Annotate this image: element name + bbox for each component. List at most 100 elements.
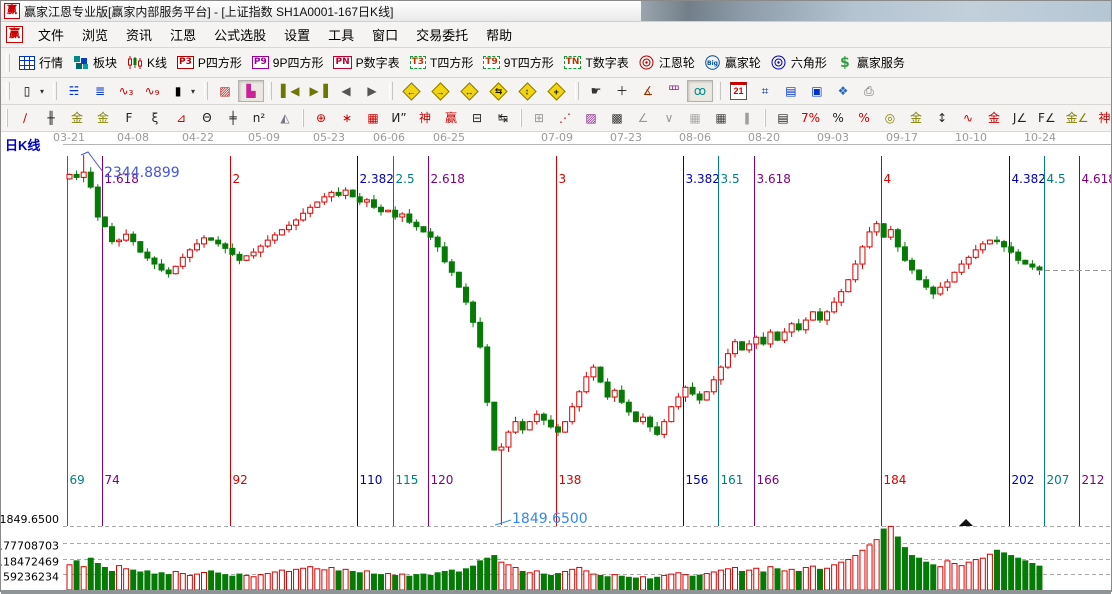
web-star-button[interactable]: ∗	[334, 107, 360, 129]
menu-item-window[interactable]: 窗口	[363, 25, 407, 46]
info-list-button[interactable]: ≣	[87, 80, 113, 102]
ruler-123-button[interactable]: ⊟	[464, 107, 490, 129]
menu-item-formula-stock-pick[interactable]: 公式选股	[205, 25, 275, 46]
save-button[interactable]: ▣	[804, 80, 830, 102]
percent-line-button[interactable]: %	[851, 107, 877, 129]
comb-button[interactable]: ╫	[38, 107, 64, 129]
menu-item-file[interactable]: 文件	[29, 25, 73, 46]
rays-red-button[interactable]: ⋰	[552, 107, 578, 129]
box-gray-button[interactable]: ⊞	[526, 107, 552, 129]
percent-button[interactable]: %	[825, 107, 851, 129]
candle-body	[556, 427, 561, 432]
ying-comb-button[interactable]: 赢	[438, 107, 464, 129]
span-arrows-button[interactable]: ↹	[490, 107, 516, 129]
toolbar-button-kline[interactable]: K线	[122, 51, 172, 74]
notes-button[interactable]: ▤	[778, 80, 804, 102]
toolbar-button-p-number-table[interactable]: PNP数字表	[328, 51, 404, 74]
gold-angle-button[interactable]: 金∠	[1061, 107, 1094, 129]
wave-count-button[interactable]: И”	[386, 107, 412, 129]
rays-purple-button[interactable]: ▨	[578, 107, 604, 129]
angle-gray-button[interactable]: ∠	[630, 107, 656, 129]
menu-item-settings[interactable]: 设置	[275, 25, 319, 46]
smart-brain-button[interactable]: ꚙ	[687, 80, 713, 102]
zigzag-gray-button[interactable]: ∨	[656, 107, 682, 129]
gann-grid-tool-button[interactable]: 罒	[661, 80, 687, 102]
grid-dark-button[interactable]: ▦	[708, 107, 734, 129]
kline-style-dropdown-dropdown-arrow-icon: ▾	[40, 87, 44, 96]
diamond-right-button[interactable]: →	[426, 79, 455, 104]
wave-9-button[interactable]: ∿₉	[139, 80, 165, 102]
menu-item-news[interactable]: 资讯	[117, 25, 161, 46]
menu-item-trade-entrust[interactable]: 交易委托	[407, 25, 477, 46]
calculator-button[interactable]: ⌗	[752, 80, 778, 102]
toolbar-button-t-number-table[interactable]: TNT数字表	[559, 51, 634, 74]
kline-style-dropdown-button[interactable]: ▯▾	[14, 80, 49, 102]
n-squared-button[interactable]: n²	[246, 107, 272, 129]
menu-item-gann[interactable]: 江恩	[161, 25, 205, 46]
toolbar-button-winner-service[interactable]: $赢家服务	[832, 51, 910, 74]
wave-3-button[interactable]: ∿₃	[113, 80, 139, 102]
shen-comb-button[interactable]: 神	[412, 107, 438, 129]
volume-bar	[95, 564, 100, 591]
calendar-icon: 21	[730, 82, 747, 100]
wave-gold-button[interactable]: ∿	[955, 107, 981, 129]
volume-bar	[987, 554, 992, 590]
fib-f-button[interactable]: F	[116, 107, 142, 129]
toolbar-button-hexagon[interactable]: 六角形	[766, 51, 832, 74]
kline-chart[interactable]: 03-2104-0804-2205-0905-2306-0606-2507-09…	[1, 132, 1111, 590]
diamond-left-button[interactable]: ←	[397, 79, 426, 104]
crosshair-tool-button[interactable]: ＋	[609, 80, 635, 102]
toolbar-button-sectors[interactable]: 板块	[68, 51, 122, 74]
toolbar-button-gann-wheel[interactable]: 江恩轮	[634, 51, 700, 74]
gold-gann-line-button[interactable]: 金	[64, 107, 90, 129]
diamond-h-expand-button[interactable]: ↔	[455, 79, 484, 104]
compass-button[interactable]: ⊕	[308, 107, 334, 129]
candle-pen-button[interactable]: ↕	[929, 107, 955, 129]
toolbar-button-p-square[interactable]: P3P四方形	[172, 51, 247, 74]
f-angle-button[interactable]: F∠	[1033, 107, 1061, 129]
next-bar-button[interactable]: ▶	[359, 80, 385, 102]
shen-angle-button[interactable]: 神∠	[1093, 107, 1112, 129]
slashes-button[interactable]: ∥	[734, 107, 760, 129]
brush-button[interactable]: ∕	[12, 107, 38, 129]
spiral-button[interactable]: ξ	[142, 107, 168, 129]
pattern-box-button[interactable]: ▨	[212, 80, 238, 102]
gold-red-button[interactable]: 金	[981, 107, 1007, 129]
candle-style-dropdown-button[interactable]: ▮▾	[165, 80, 200, 102]
prev-bar-button[interactable]: ◀	[333, 80, 359, 102]
gold-line2-button[interactable]: 金	[903, 107, 929, 129]
j-angle-button[interactable]: J∠	[1007, 107, 1033, 129]
pattern-box-icon: ▨	[217, 83, 233, 99]
gold-gann-box-button[interactable]: 金	[90, 107, 116, 129]
rays-dark-button[interactable]: ▩	[604, 107, 630, 129]
toolbar-button-winner-wheel[interactable]: Big赢家轮	[700, 51, 766, 74]
diamond-all-button[interactable]: +	[542, 79, 571, 104]
seven-percent-button[interactable]: 7%	[796, 107, 825, 129]
toolbar-button-9t-square[interactable]: T99T四方形	[478, 51, 558, 74]
diamond-v-expand-button[interactable]: ↕	[513, 79, 542, 104]
first-bar-button[interactable]: ▌◀	[276, 80, 304, 102]
double-comb-button[interactable]: ╪	[220, 107, 246, 129]
mirror-angle-button[interactable]: ◭	[272, 107, 298, 129]
toolbar-button-quotes[interactable]: 行情	[14, 51, 68, 74]
square-web-button[interactable]: ▦	[360, 107, 386, 129]
angle-tool-button[interactable]: ∡	[635, 80, 661, 102]
hand-tool-button[interactable]: ☛	[583, 80, 609, 102]
percent-bars-button[interactable]: ▤	[770, 107, 796, 129]
flag-brush-button[interactable]: ⊿	[168, 107, 194, 129]
menu-item-tools[interactable]: 工具	[319, 25, 363, 46]
toolbar-button-t-square[interactable]: T3T四方形	[405, 51, 479, 74]
toolbar-button-9p-square[interactable]: P99P四方形	[247, 51, 329, 74]
grid-gray-button[interactable]: ▦	[682, 107, 708, 129]
draw-panel-button[interactable]: ☵	[61, 80, 87, 102]
calendar-button[interactable]: 21	[725, 79, 752, 103]
web-quote-button[interactable]: ❖	[830, 80, 856, 102]
diamond-h-compress-button[interactable]: ⇆	[484, 79, 513, 104]
menu-item-browse[interactable]: 浏览	[73, 25, 117, 46]
last-bar-button[interactable]: ▶▐	[305, 80, 333, 102]
color-histogram-button[interactable]: ▙	[238, 80, 264, 102]
cycle-clock-button[interactable]: Θ	[194, 107, 220, 129]
gold-circle-button[interactable]: ◎	[877, 107, 903, 129]
capture-button[interactable]: ⎙	[856, 80, 882, 102]
menu-item-help[interactable]: 帮助	[477, 25, 521, 46]
